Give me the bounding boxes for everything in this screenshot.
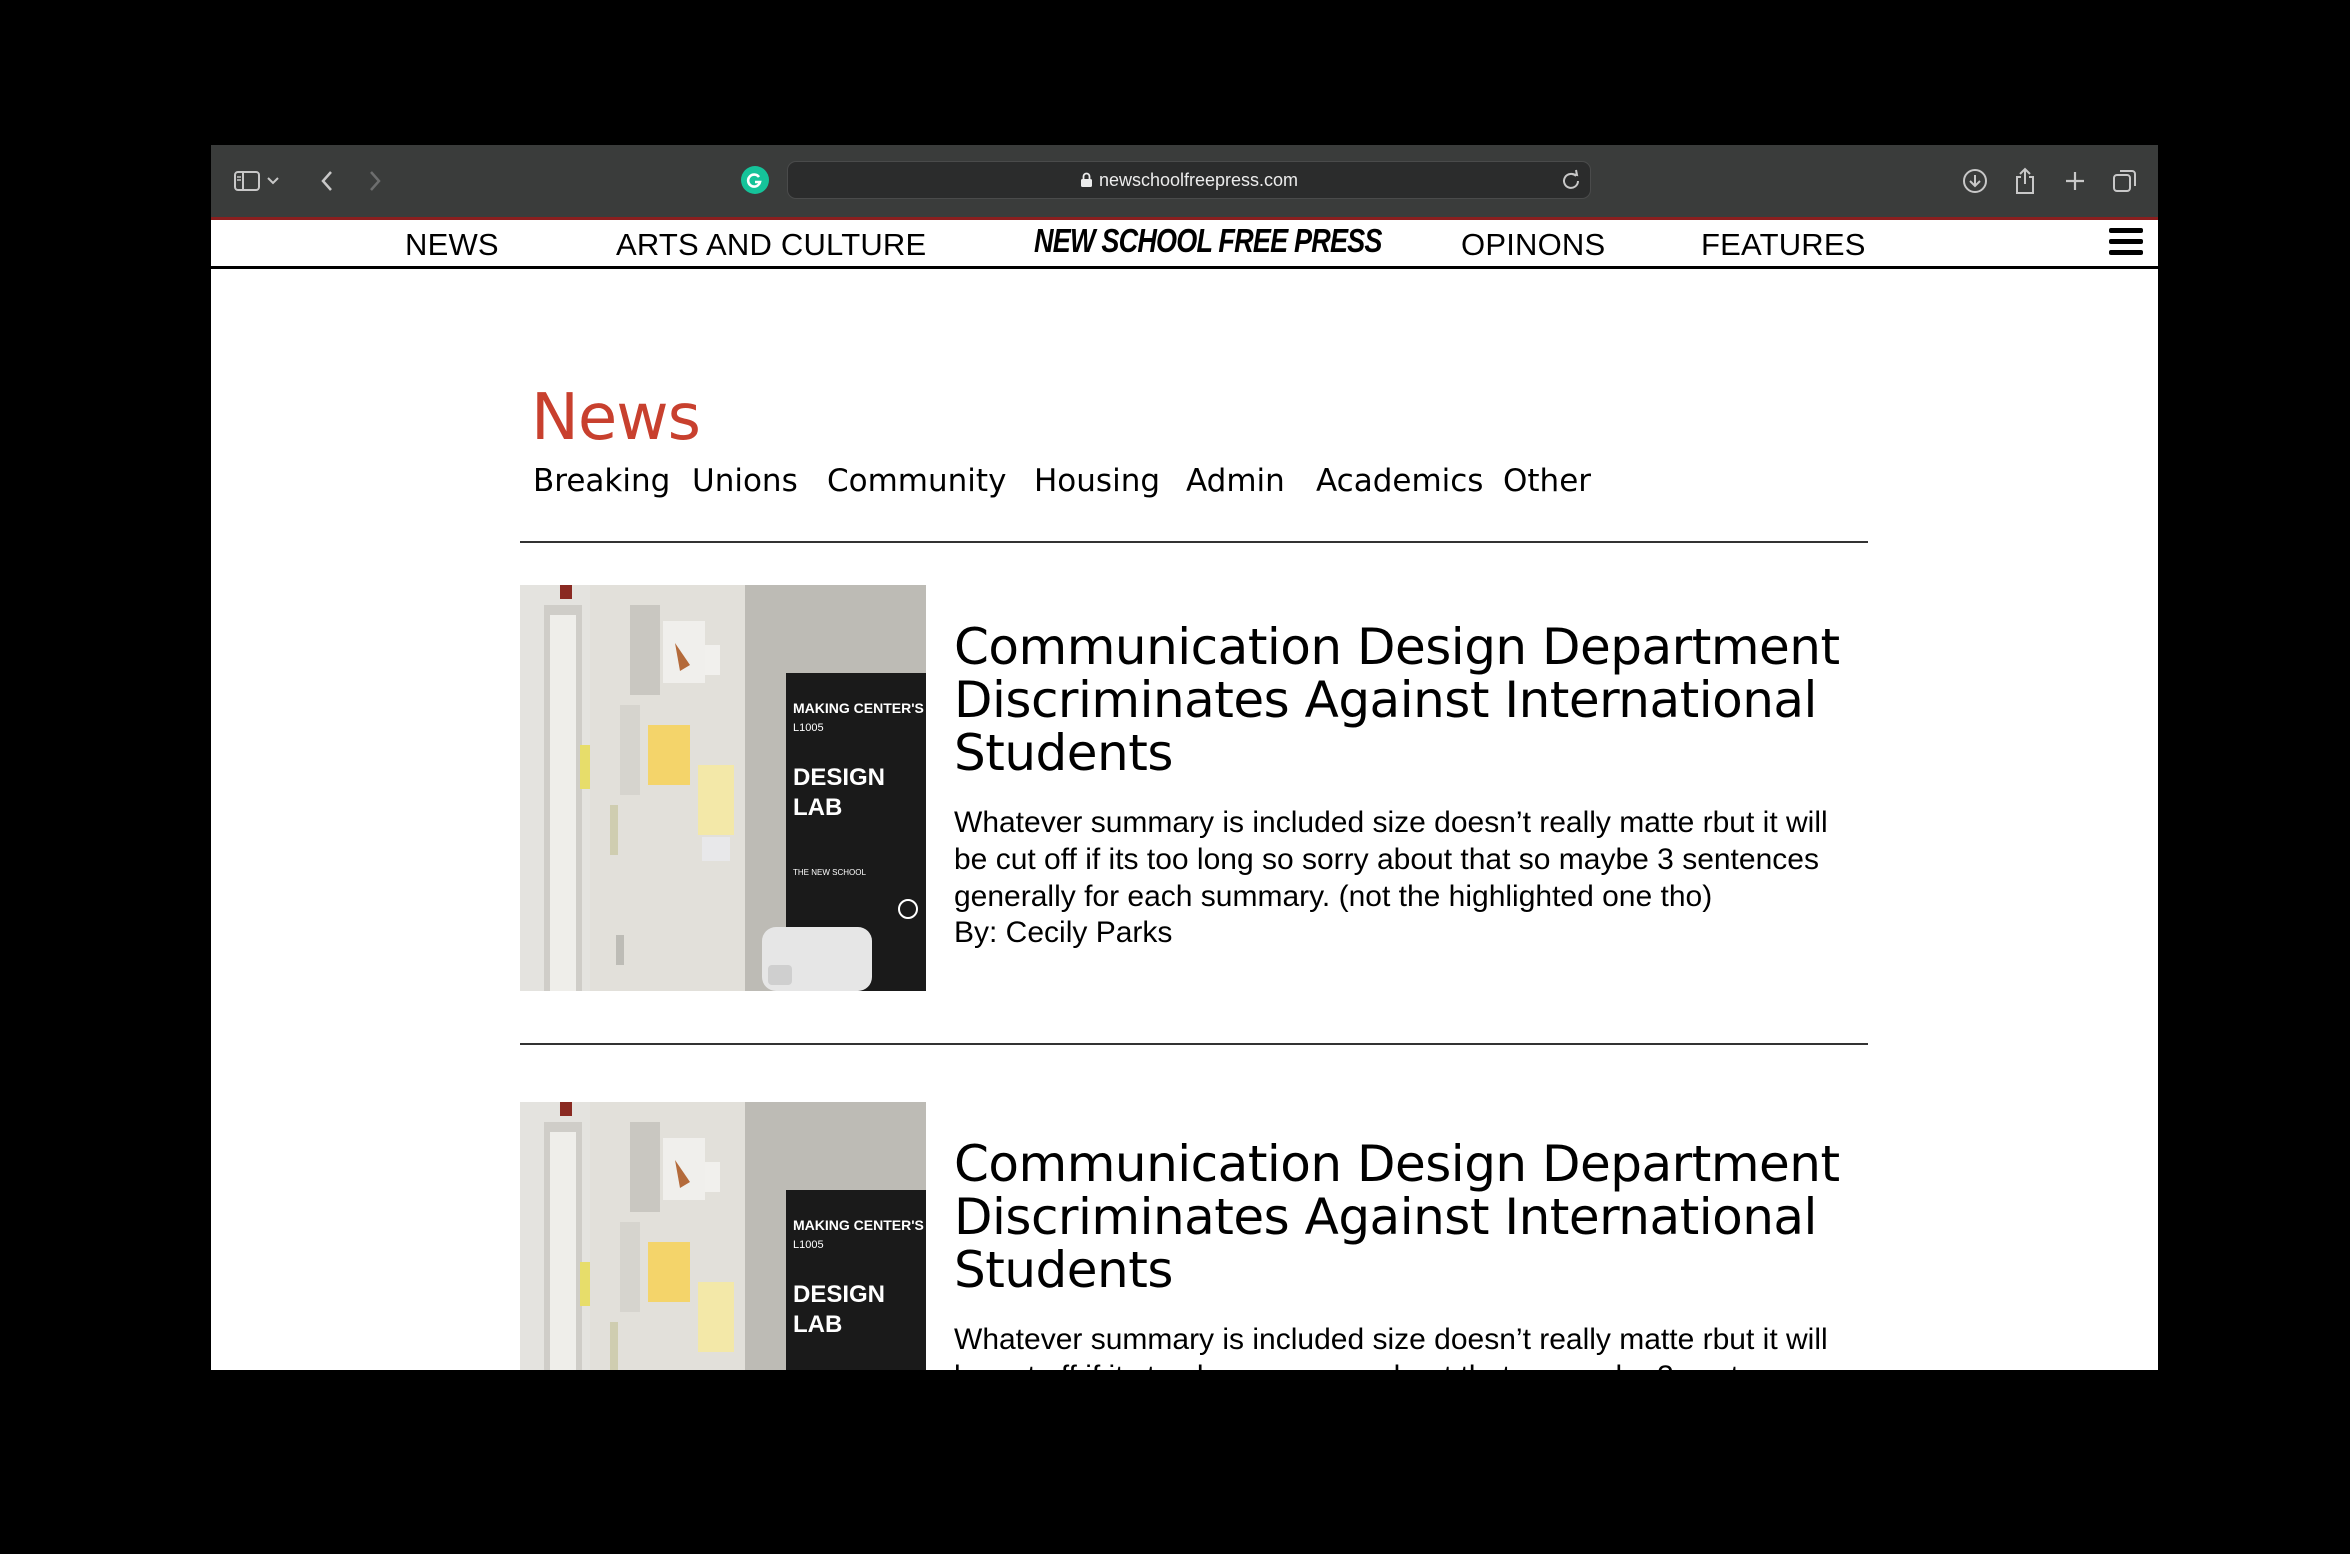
article-thumbnail[interactable]: MAKING CENTER'S L1005 DESIGN LAB <box>520 1102 926 1370</box>
share-icon[interactable] <box>2007 163 2043 199</box>
tabs-overview-icon[interactable] <box>2107 163 2143 199</box>
lock-icon <box>1080 164 1093 200</box>
svg-text:MAKING CENTER'S: MAKING CENTER'S <box>793 1217 924 1233</box>
browser-toolbar: newschoolfreepress.com <box>211 145 2158 217</box>
subnav-admin[interactable]: Admin <box>1186 463 1285 499</box>
forward-icon[interactable] <box>357 163 393 199</box>
article-thumbnail[interactable]: MAKING CENTER'S L1005 DESIGN LAB THE NEW… <box>520 585 926 991</box>
hamburger-menu-icon[interactable] <box>2109 228 2143 258</box>
subnav-housing[interactable]: Housing <box>1034 463 1160 499</box>
download-icon[interactable] <box>1957 163 1993 199</box>
divider <box>520 541 1868 543</box>
article-card[interactable]: MAKING CENTER'S L1005 DESIGN LAB THE NEW… <box>520 585 1868 991</box>
svg-text:L1005: L1005 <box>793 1239 824 1251</box>
section-title: News <box>531 381 701 455</box>
browser-window: newschoolfreepress.com NEWS ARTS AND CUL… <box>211 145 2158 1370</box>
svg-text:LAB: LAB <box>793 1311 842 1338</box>
new-tab-icon[interactable] <box>2057 163 2093 199</box>
svg-text:DESIGN: DESIGN <box>793 764 885 791</box>
grammarly-icon[interactable] <box>741 166 769 194</box>
chevron-down-icon[interactable] <box>263 163 283 199</box>
subnav-other[interactable]: Other <box>1503 463 1591 499</box>
svg-text:MAKING CENTER'S: MAKING CENTER'S <box>793 700 924 716</box>
svg-text:DESIGN: DESIGN <box>793 1281 885 1308</box>
svg-text:LAB: LAB <box>793 794 842 821</box>
article-summary: Whatever summary is included size doesn’… <box>954 1323 1828 1370</box>
article-card[interactable]: MAKING CENTER'S L1005 DESIGN LAB Communi… <box>520 1102 1868 1370</box>
reload-icon[interactable] <box>1560 169 1582 191</box>
divider <box>520 1043 1868 1045</box>
address-bar[interactable]: newschoolfreepress.com <box>787 161 1591 199</box>
article-summary: Whatever summary is included size doesn’… <box>954 806 1828 913</box>
nav-news[interactable]: NEWS <box>405 227 499 263</box>
site-logo[interactable]: NEW SCHOOL FREE PRESS <box>1034 222 1382 260</box>
subnav-community[interactable]: Community <box>827 463 1006 499</box>
site-navigation: NEWS ARTS AND CULTURE NEW SCHOOL FREE PR… <box>211 217 2158 269</box>
article-title[interactable]: Communication Design Department Discrimi… <box>954 621 1854 780</box>
url-text: newschoolfreepress.com <box>1098 170 1299 190</box>
sidebar-icon[interactable] <box>229 163 265 199</box>
subnav-breaking[interactable]: Breaking <box>533 463 670 499</box>
nav-arts-and-culture[interactable]: ARTS AND CULTURE <box>616 227 926 263</box>
subnav-academics[interactable]: Academics <box>1316 463 1483 499</box>
svg-text:L1005: L1005 <box>793 722 824 734</box>
article-title[interactable]: Communication Design Department Discrimi… <box>954 1138 1854 1297</box>
nav-opinions[interactable]: OPINONS <box>1461 227 1605 263</box>
article-byline: By: Cecily Parks <box>954 916 1173 949</box>
svg-text:THE NEW SCHOOL: THE NEW SCHOOL <box>793 868 866 877</box>
back-icon[interactable] <box>309 163 345 199</box>
nav-features[interactable]: FEATURES <box>1701 227 1866 263</box>
subnav-unions[interactable]: Unions <box>692 463 798 499</box>
